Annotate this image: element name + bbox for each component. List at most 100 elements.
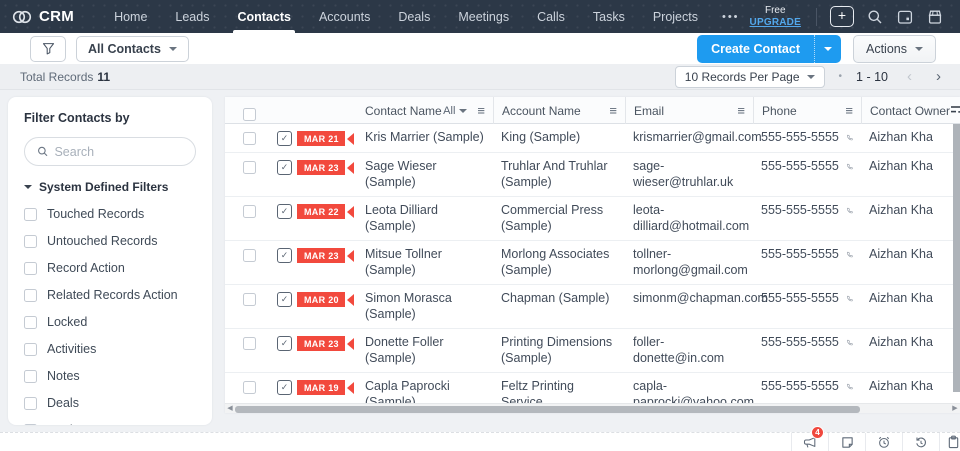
- actions-dropdown-button[interactable]: Actions: [853, 34, 936, 63]
- date-ribbon-badge[interactable]: MAR 20: [297, 292, 354, 307]
- contact-name-filter-dropdown[interactable]: All: [443, 105, 468, 117]
- table-row[interactable]: ✓ MAR 22 Leota Dilliard (Sample) Commercial…: [225, 197, 960, 241]
- open-task-icon[interactable]: ✓: [277, 292, 292, 307]
- account-name-cell[interactable]: Feltz Printing Service (Sample): [493, 373, 625, 403]
- account-name-cell[interactable]: Morlong Associates (Sample): [493, 241, 625, 284]
- column-menu-icon[interactable]: ≡: [609, 103, 617, 118]
- phone-icon[interactable]: [846, 336, 853, 349]
- table-row[interactable]: ✓ MAR 20 Simon Morasca (Sample) Chapman (Sa…: [225, 285, 960, 329]
- search-icon[interactable]: [867, 8, 884, 25]
- email-cell[interactable]: foller-donette@in.com: [625, 329, 753, 372]
- horizontal-scrollbar[interactable]: ◀ ▶: [225, 403, 960, 413]
- records-per-page-dropdown[interactable]: 10 Records Per Page: [674, 65, 825, 88]
- account-name-cell[interactable]: Chapman (Sample): [493, 285, 625, 313]
- filter-item-locked[interactable]: Locked: [24, 315, 196, 329]
- filter-checkbox[interactable]: [24, 288, 37, 302]
- phone-icon[interactable]: [846, 248, 853, 261]
- open-task-icon[interactable]: ✓: [277, 248, 292, 263]
- date-ribbon-badge[interactable]: MAR 19: [297, 380, 354, 395]
- column-label-contact-name[interactable]: Contact Name: [365, 104, 442, 118]
- calendar-icon[interactable]: [897, 8, 914, 25]
- contact-name-cell[interactable]: Kris Marrier (Sample): [357, 124, 493, 152]
- nav-tab-leads[interactable]: Leads: [161, 0, 223, 33]
- email-cell[interactable]: krismarrier@gmail.com: [625, 124, 762, 152]
- filter-search-box[interactable]: [24, 137, 196, 166]
- horizontal-scrollbar-thumb[interactable]: [235, 405, 860, 413]
- nav-tab-contacts[interactable]: Contacts: [223, 0, 304, 33]
- nav-tab-meetings[interactable]: Meetings: [444, 0, 523, 33]
- email-cell[interactable]: capla- paprocki@yahoo.com: [625, 373, 754, 403]
- table-row[interactable]: ✓ MAR 23 Mitsue Tollner (Sample) Morlong As…: [225, 241, 960, 285]
- nav-tab-deals[interactable]: Deals: [384, 0, 444, 33]
- email-cell[interactable]: leota-dilliard@hotmail.com: [625, 197, 753, 240]
- column-menu-icon[interactable]: ≡: [845, 103, 853, 118]
- row-checkbox[interactable]: [242, 249, 256, 262]
- vertical-scrollbar[interactable]: [953, 124, 960, 392]
- phone-icon[interactable]: [846, 292, 853, 305]
- filter-item-deal-amount[interactable]: Deal Amount: [24, 423, 196, 425]
- quick-create-button[interactable]: +: [829, 6, 854, 27]
- view-selector-dropdown[interactable]: All Contacts: [76, 35, 189, 62]
- contact-name-cell[interactable]: Leota Dilliard (Sample): [357, 197, 493, 240]
- phone-icon[interactable]: [846, 160, 853, 173]
- row-checkbox[interactable]: [242, 293, 256, 306]
- filter-checkbox[interactable]: [24, 396, 37, 410]
- filter-funnel-button[interactable]: [30, 35, 66, 62]
- email-cell[interactable]: simonm@chapman.com: [625, 285, 768, 313]
- account-name-cell[interactable]: King (Sample): [493, 124, 625, 152]
- row-checkbox[interactable]: [242, 132, 256, 145]
- announcements-icon[interactable]: 4: [791, 426, 828, 451]
- row-checkbox[interactable]: [242, 337, 256, 350]
- open-task-icon[interactable]: ✓: [277, 160, 292, 175]
- select-all-checkbox[interactable]: [242, 107, 256, 121]
- reminders-alarm-icon[interactable]: [865, 433, 902, 451]
- system-defined-filters-section[interactable]: System Defined Filters: [24, 180, 196, 194]
- column-menu-icon[interactable]: ≡: [737, 103, 745, 118]
- phone-icon[interactable]: [846, 131, 853, 144]
- date-ribbon-badge[interactable]: MAR 23: [297, 248, 354, 263]
- email-cell[interactable]: tollner- morlong@gmail.com: [625, 241, 753, 284]
- contact-name-cell[interactable]: Mitsue Tollner (Sample): [357, 241, 493, 284]
- contact-name-cell[interactable]: Sage Wieser (Sample): [357, 153, 493, 196]
- create-contact-split-button[interactable]: Create Contact: [697, 34, 841, 63]
- filter-search-input[interactable]: [54, 144, 183, 159]
- filter-checkbox[interactable]: [24, 369, 37, 383]
- phone-icon[interactable]: [846, 204, 853, 217]
- filter-item-touched-records[interactable]: Touched Records: [24, 207, 196, 221]
- date-ribbon-badge[interactable]: MAR 23: [297, 160, 354, 175]
- account-name-cell[interactable]: Commercial Press (Sample): [493, 197, 625, 240]
- date-ribbon-badge[interactable]: MAR 23: [297, 336, 354, 351]
- open-task-icon[interactable]: ✓: [277, 204, 292, 219]
- scroll-left-arrow-icon[interactable]: ◀: [225, 404, 235, 414]
- create-contact-button[interactable]: Create Contact: [697, 34, 814, 63]
- nav-tab-accounts[interactable]: Accounts: [305, 0, 384, 33]
- contact-name-cell[interactable]: Capla Paprocki (Sample): [357, 373, 493, 403]
- row-checkbox[interactable]: [242, 381, 256, 394]
- column-menu-icon[interactable]: ≡: [477, 103, 485, 118]
- filter-checkbox[interactable]: [24, 234, 37, 248]
- nav-tab-home[interactable]: Home: [100, 0, 161, 33]
- account-name-cell[interactable]: Truhlar And Truhlar (Sample): [493, 153, 625, 196]
- table-row[interactable]: ✓ MAR 19 Capla Paprocki (Sample) Feltz Prin…: [225, 373, 960, 403]
- filter-item-record-action[interactable]: Record Action: [24, 261, 196, 275]
- nav-tab-projects[interactable]: Projects: [639, 0, 712, 33]
- clipboard-icon[interactable]: [939, 433, 960, 451]
- table-row[interactable]: ✓ MAR 23 Donette Foller (Sample) Printing D…: [225, 329, 960, 373]
- nav-tab-calls[interactable]: Calls: [523, 0, 579, 33]
- row-checkbox[interactable]: [242, 205, 256, 218]
- nav-more-button[interactable]: •••: [712, 11, 750, 23]
- create-contact-dropdown[interactable]: [814, 34, 841, 63]
- email-cell[interactable]: sage-wieser@truhlar.uk: [625, 153, 753, 196]
- contact-name-cell[interactable]: Simon Morasca (Sample): [357, 285, 493, 328]
- filter-item-untouched-records[interactable]: Untouched Records: [24, 234, 196, 248]
- nav-tab-tasks[interactable]: Tasks: [579, 0, 639, 33]
- scroll-right-arrow-icon[interactable]: ▶: [950, 404, 960, 414]
- filter-item-deals[interactable]: Deals: [24, 396, 196, 410]
- filter-item-notes[interactable]: Notes: [24, 369, 196, 383]
- table-row[interactable]: ✓ MAR 23 Sage Wieser (Sample) Truhlar And T…: [225, 153, 960, 197]
- filter-checkbox[interactable]: [24, 207, 37, 221]
- account-name-cell[interactable]: Printing Dimensions (Sample): [493, 329, 625, 372]
- filter-item-related-records-action[interactable]: Related Records Action: [24, 288, 196, 302]
- filter-checkbox[interactable]: [24, 423, 37, 425]
- contact-name-cell[interactable]: Donette Foller (Sample): [357, 329, 493, 372]
